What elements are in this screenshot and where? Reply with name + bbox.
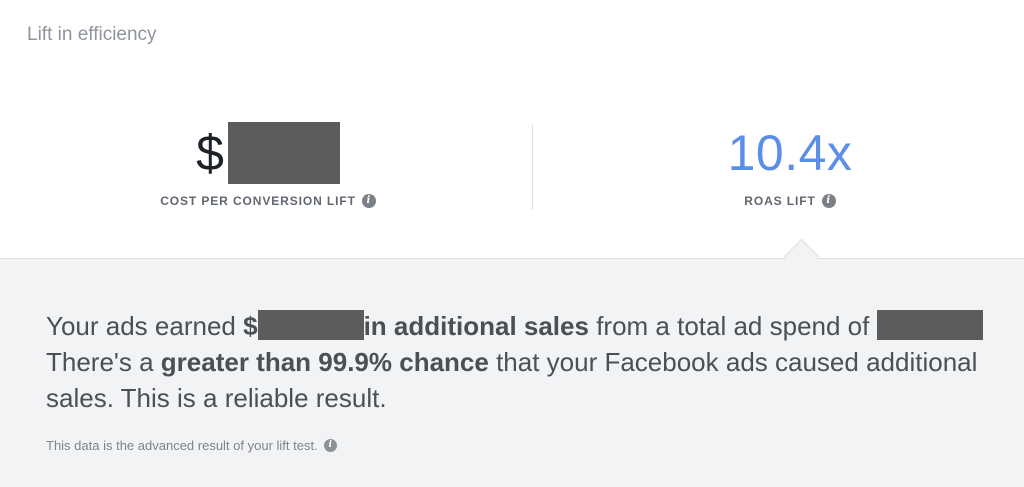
info-icon[interactable]: i (323, 439, 337, 452)
section-title: Lift in efficiency (27, 24, 157, 45)
redacted-sales-amount (257, 310, 364, 340)
roas-lift-metric: 10.4x ROAS LIFT i (640, 120, 940, 208)
currency-symbol: $ (196, 125, 224, 181)
summary-part4: There's a (46, 347, 161, 377)
footnote: This data is the advanced result of your… (46, 438, 337, 453)
summary-additional-sales: in additional sales (363, 311, 589, 341)
summary-part3: from a total ad spend of (588, 311, 877, 341)
metrics-divider (532, 124, 533, 210)
footnote-text: This data is the advanced result of your… (46, 438, 318, 453)
redacted-value (227, 122, 340, 184)
cost-per-conversion-label-row: COST PER CONVERSION LIFT i (120, 194, 416, 208)
cost-per-conversion-metric: $ COST PER CONVERSION LIFT i (120, 120, 416, 208)
roas-lift-label: ROAS LIFT (744, 194, 816, 208)
lift-efficiency-card: Lift in efficiency $ COST PER CONVERSION… (0, 0, 1024, 258)
summary-probability: greater than 99.9% chance (160, 347, 489, 377)
cost-per-conversion-value: $ (120, 120, 416, 186)
redacted-ad-spend (876, 310, 983, 340)
roas-lift-value: 10.4x (727, 125, 853, 181)
info-icon[interactable]: i (361, 194, 376, 208)
cost-per-conversion-label: COST PER CONVERSION LIFT (160, 194, 356, 208)
summary-part1: Your ads earned (46, 311, 244, 341)
summary-currency: $ (243, 311, 258, 341)
roas-lift-label-row: ROAS LIFT i (640, 194, 940, 208)
summary-text: Your ads earned $ in additional sales fro… (46, 308, 986, 416)
info-icon[interactable]: i (821, 194, 836, 208)
